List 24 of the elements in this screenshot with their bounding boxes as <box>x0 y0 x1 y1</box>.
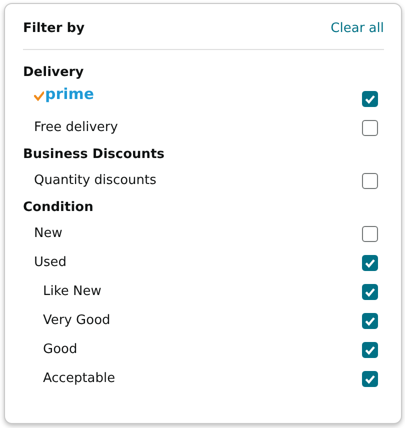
checkbox[interactable] <box>362 90 378 106</box>
checkbox[interactable] <box>362 120 378 136</box>
checkbox[interactable] <box>362 254 378 270</box>
clear-all-link[interactable]: Clear all <box>330 20 384 36</box>
checkbox[interactable] <box>362 312 378 328</box>
checkbox[interactable] <box>362 342 378 358</box>
panel-title: Filter by <box>23 20 85 36</box>
checkbox[interactable] <box>362 172 378 188</box>
prime-logo: prime <box>45 84 94 102</box>
filter-option[interactable]: Very Good <box>43 313 110 328</box>
section-heading: Condition <box>23 199 94 217</box>
section-heading: Delivery <box>23 64 85 82</box>
filter-option[interactable]: Acceptable <box>43 371 116 386</box>
filter-option[interactable]: Like New <box>43 284 102 299</box>
checkbox[interactable] <box>362 284 378 300</box>
check-icon <box>34 90 44 100</box>
checkbox[interactable] <box>362 226 378 242</box>
filter-option[interactable]: Used <box>34 255 67 270</box>
section-heading: Business Discounts <box>23 146 166 164</box>
filter-option[interactable]: Free delivery <box>34 120 118 135</box>
checkbox[interactable] <box>362 370 378 386</box>
filter-option[interactable]: New <box>34 226 62 241</box>
filter-option[interactable]: Quantity discounts <box>34 173 156 188</box>
filter-option[interactable]: Good <box>43 342 78 357</box>
